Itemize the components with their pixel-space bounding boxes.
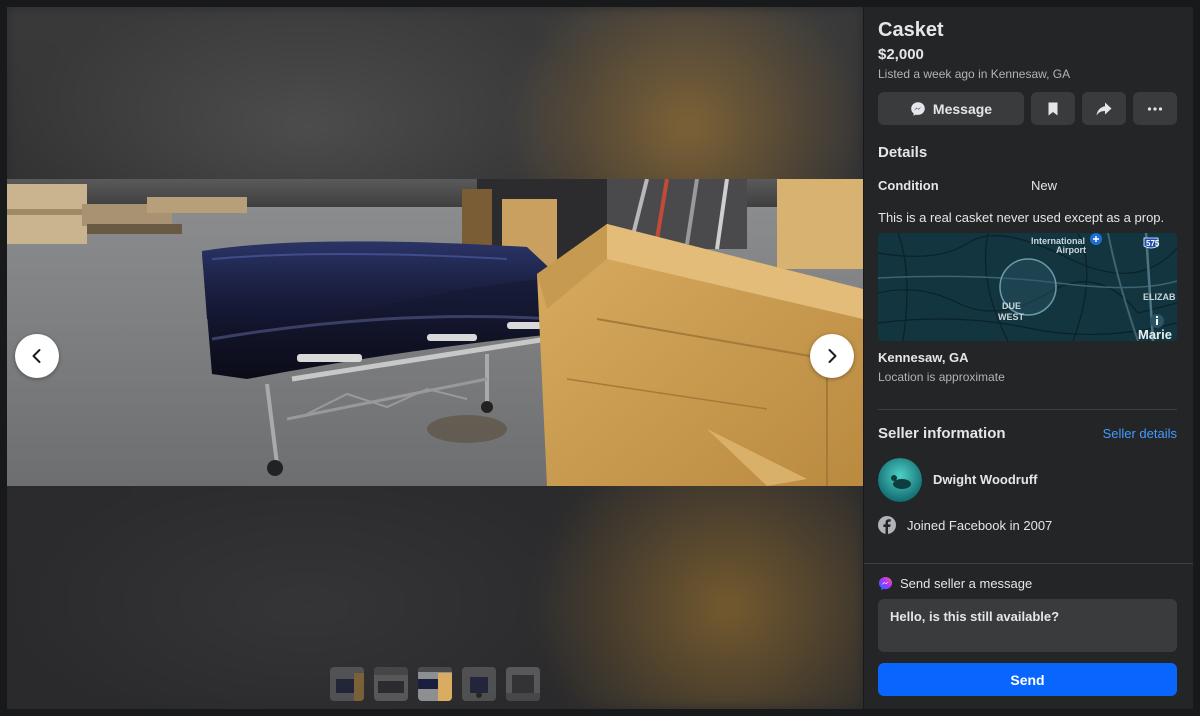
listing-description: This is a real casket never used except … xyxy=(878,210,1165,225)
divider xyxy=(878,409,1177,410)
map-label-airport: Airport xyxy=(1056,245,1086,255)
map-label-due: DUE xyxy=(1002,301,1022,311)
photo-thumbnails xyxy=(330,667,540,701)
photo-thumbnail-active[interactable] xyxy=(418,667,452,701)
map-label-elizab: ELIZAB xyxy=(1143,292,1176,302)
map-graphic xyxy=(878,233,1177,341)
location-map[interactable]: International Airport 575 DUE WEST ELIZA… xyxy=(878,233,1177,341)
seller-heading: Seller information xyxy=(878,425,1006,442)
send-message-section: Send seller a message Hello, is this sti… xyxy=(864,563,1193,709)
map-label-marie: Marie xyxy=(1138,327,1172,341)
share-button[interactable] xyxy=(1082,92,1126,125)
photo-thumbnail[interactable] xyxy=(374,667,408,701)
seller-joined: Joined Facebook in 2007 xyxy=(907,518,1053,533)
messenger-icon xyxy=(878,576,893,591)
listing-meta: Listed a week ago in Kennesaw, GA xyxy=(878,67,1071,81)
location-note: Location is approximate xyxy=(878,370,1005,384)
location-name: Kennesaw, GA xyxy=(878,350,969,365)
photo-thumbnail[interactable] xyxy=(462,667,496,701)
photo-thumbnail[interactable] xyxy=(506,667,540,701)
chevron-left-icon xyxy=(32,349,41,363)
message-button[interactable]: Message xyxy=(878,92,1024,125)
messenger-icon xyxy=(911,101,925,116)
listing-price: $2,000 xyxy=(878,46,924,63)
map-label-west: WEST xyxy=(998,312,1024,322)
listing-details-panel: Casket $2,000 Listed a week ago in Kenne… xyxy=(864,7,1193,709)
details-heading: Details xyxy=(878,144,928,161)
send-button[interactable]: Send xyxy=(878,663,1177,696)
condition-value: New xyxy=(1031,178,1058,193)
message-button-label: Message xyxy=(932,100,993,117)
seller-name[interactable]: Dwight Woodruff xyxy=(933,472,1037,487)
more-icon xyxy=(1147,106,1163,111)
message-input[interactable]: Hello, is this still available? xyxy=(878,599,1177,652)
listing-photo xyxy=(7,179,863,486)
send-message-heading: Send seller a message xyxy=(878,576,1032,591)
send-message-heading-text: Send seller a message xyxy=(900,576,1033,591)
condition-label: Condition xyxy=(878,178,939,193)
bookmark-icon xyxy=(1048,102,1058,115)
map-label-575: 575 xyxy=(1146,239,1160,248)
listing-actions: Message xyxy=(878,92,1177,125)
listing-title: Casket xyxy=(878,19,944,41)
seller-avatar[interactable] xyxy=(878,458,922,502)
previous-photo-button[interactable] xyxy=(15,334,59,378)
more-options-button[interactable] xyxy=(1133,92,1177,125)
photo-viewer xyxy=(7,7,863,709)
next-photo-button[interactable] xyxy=(810,334,854,378)
facebook-icon xyxy=(878,516,896,534)
save-button[interactable] xyxy=(1031,92,1075,125)
share-icon xyxy=(1096,102,1112,115)
seller-details-link[interactable]: Seller details xyxy=(1103,426,1177,441)
photo-thumbnail[interactable] xyxy=(330,667,364,701)
chevron-right-icon xyxy=(828,349,837,363)
